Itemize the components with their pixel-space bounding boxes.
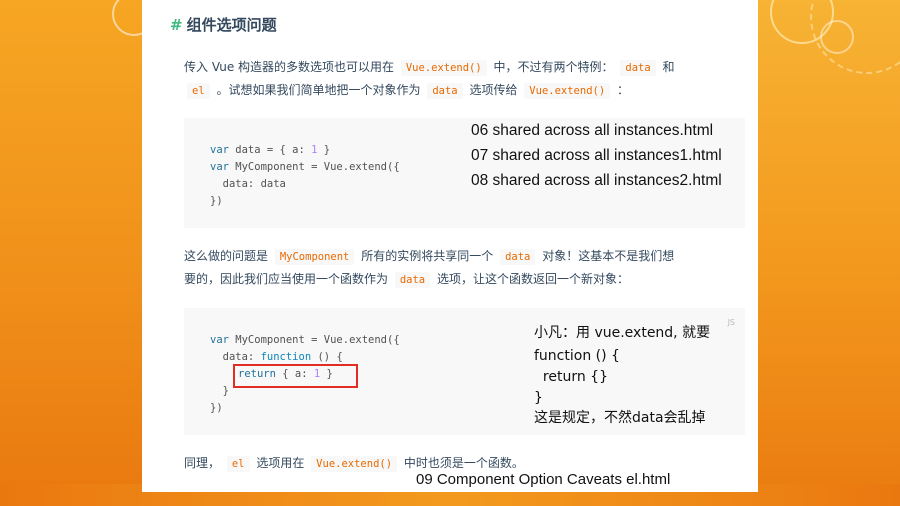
- inline-code: Vue.extend(): [400, 60, 487, 76]
- decorative-circle: [820, 20, 854, 54]
- text: 要的，因此我们应当使用一个函数作为: [184, 272, 389, 286]
- text: 中，不过有两个特例：: [493, 60, 614, 74]
- file-label-08: 08 shared across all instances2.html: [471, 172, 722, 189]
- inline-code: el: [187, 83, 210, 99]
- text: 选项用在: [256, 456, 305, 470]
- slide-card: # 组件选项问题 传入 Vue 构造器的多数选项也可以用在 Vue.extend(…: [142, 0, 758, 492]
- code-line: var MyComponent = Vue.extend({: [210, 161, 400, 173]
- file-label-07: 07 shared across all instances1.html: [471, 147, 722, 164]
- code-line: }): [210, 195, 223, 207]
- language-tag: JS: [727, 318, 735, 327]
- section-heading: # 组件选项问题: [170, 14, 277, 35]
- paragraph-1-line-1: 传入 Vue 构造器的多数选项也可以用在 Vue.extend() 中，不过有两…: [184, 56, 675, 80]
- left-orange-background: [0, 0, 142, 506]
- note-line-4: }: [534, 390, 543, 406]
- heading-text: 组件选项问题: [186, 16, 277, 34]
- inline-code: data: [500, 249, 536, 265]
- text: 和: [662, 60, 675, 74]
- footer-file-label: 09 Component Option Caveats el.html: [416, 471, 671, 488]
- text: 中时也须是一个函数。: [403, 456, 524, 470]
- highlight-box: [233, 364, 358, 388]
- text: ：: [616, 83, 629, 97]
- text: 选项传给: [469, 83, 518, 97]
- hash-anchor-icon[interactable]: #: [170, 16, 183, 34]
- code-line: }: [210, 385, 229, 397]
- inline-code: data: [394, 272, 431, 288]
- code-line: var MyComponent = Vue.extend({: [210, 334, 400, 346]
- right-orange-background: [742, 0, 900, 506]
- file-label-06: 06 shared across all instances.html: [471, 122, 714, 139]
- text: 这么做的问题是: [184, 249, 269, 263]
- inline-code: Vue.extend(): [311, 456, 398, 472]
- paragraph-2-line-2: 要的，因此我们应当使用一个函数作为 data 选项，让这个函数返回一个新对象：: [184, 268, 629, 292]
- inline-code: el: [226, 456, 250, 472]
- note-line-5: 这是规定，不然data会乱掉: [534, 410, 706, 426]
- text: 选项，让这个函数返回一个新对象：: [436, 272, 629, 286]
- code-line: data: data: [210, 178, 286, 190]
- text: 所有的实例将共享同一个: [361, 249, 494, 263]
- text: 传入 Vue 构造器的多数选项也可以用在: [184, 60, 395, 74]
- text: 对象！这基本不是我们想: [542, 249, 675, 263]
- paragraph-1-line-2: el 。试想如果我们简单地把一个对象作为 data 选项传给 Vue.exten…: [184, 79, 629, 103]
- text: 。试想如果我们简单地把一个对象作为: [216, 83, 421, 97]
- code-line: var data = { a: 1 }: [210, 144, 331, 156]
- note-line-1: 小凡：用 vue.extend, 就要: [534, 325, 711, 341]
- text: 同理，: [184, 456, 221, 470]
- inline-code: MyComponent: [274, 249, 355, 265]
- note-line-2: function () {: [534, 348, 620, 364]
- inline-code: data: [620, 60, 656, 76]
- paragraph-2-line-1: 这么做的问题是 MyComponent 所有的实例将共享同一个 data 对象！…: [184, 245, 674, 269]
- code-line: }): [210, 402, 223, 414]
- note-line-3: return {}: [534, 369, 608, 385]
- inline-code: Vue.extend(): [524, 83, 611, 99]
- inline-code: data: [427, 83, 463, 99]
